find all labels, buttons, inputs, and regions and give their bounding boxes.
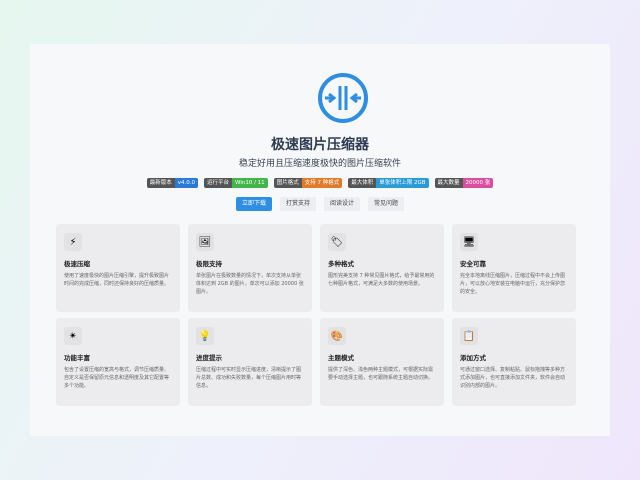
feature-card: 💡 进度提示 压缩过程中可实时显示压缩进度，清晰提示了图片总数、成功和失败数量，… [188,318,312,406]
feature-title: 多种格式 [328,260,354,268]
badge-platform: 运行平台 Win10 / 11 [203,178,268,188]
badge-max-count: 最大数量 20000 张 [434,178,494,188]
page-title: 极速图片压缩器 [271,137,369,153]
feature-desc: 压缩过程中可实时显示压缩进度，清晰提示了图片总数、成功和失败数量，每个压缩图片用… [196,367,302,389]
palette-icon: 🎨 [328,327,346,345]
page-subtitle: 稳定好用且压缩速度极快的图片压缩软件 [238,159,401,169]
feature-title: 极速压缩 [64,260,90,268]
badge-max-size: 最大体积 单张体积上限 2GB [348,178,429,188]
feature-desc: 完全本地离线压缩图片，压缩过程中不会上传图片，可以放心地安装在电脑中运行，充分保… [460,273,566,295]
feature-card: 🏷 多种格式 图形完美支持 7 种常见图片格式，给予最常用的七种图片格式，可满足… [320,224,444,312]
clipboard-icon: 📋 [460,327,478,345]
feature-card: 🖼 极限支持 单张图片在极致数量的情况下，单次支持从单张体积达到 2GB 的图片… [188,224,312,312]
feature-title: 极限支持 [196,260,222,268]
badge-row: 最新版本 v4.0.0 运行平台 Win10 / 11 图片格式 支持 7 种格… [30,178,610,188]
action-buttons: 立即下载 打赏支持 阅读设计 常见问题 [30,197,610,211]
image-icon: 🖼 [196,233,214,251]
feature-desc: 图形完美支持 7 种常见图片格式，给予最常用的七种图片格式，可满足大多数的使用场… [328,273,435,287]
donate-button[interactable]: 打赏支持 [279,197,316,211]
feature-grid: ⚡ 极速压缩 使用了速度极快的图片压缩引擎，提升极致图片时间的完成压缩，同时还保… [56,224,576,406]
badge-format: 图片格式 支持 7 种格式 [273,178,343,188]
feature-title: 添加方式 [460,354,486,362]
feature-title: 主题模式 [328,354,354,362]
faq-button[interactable]: 常见问题 [368,197,405,211]
badge-version: 最新版本 v4.0.0 [146,178,198,188]
feature-card: 🎨 主题模式 提供了深色、浅色两种主题模式，可根据实际需要手动选择主题，也可跟随… [320,318,444,406]
feature-desc: 可通过窗口选择、复制粘贴、鼠标拖拽等多种方式添加图片，也可直接添加文件夹，软件会… [460,367,566,389]
feature-desc: 使用了速度极快的图片压缩引擎，提升极致图片时间的完成压缩，同时还保持良好的压缩质… [64,273,170,287]
monitor-icon: 🖥 [460,233,478,251]
star-icon: ✴ [64,327,82,345]
design-button[interactable]: 阅读设计 [324,197,361,211]
feature-card: 📋 添加方式 可通过窗口选择、复制粘贴、鼠标拖拽等多种方式添加图片，也可直接添加… [452,318,576,406]
bulb-icon: 💡 [196,327,214,345]
download-button[interactable]: 立即下载 [235,197,272,211]
compress-logo-icon [318,73,368,123]
lightning-icon: ⚡ [64,233,82,251]
feature-card: ✴ 功能丰富 包含了设置压缩的宽高与格式，调节压缩质量、自定义是否保留原元信息和… [56,318,180,406]
feature-desc: 提供了深色、浅色两种主题模式，可根据实际需要手动选择主题，也可跟随系统主题自动切… [328,367,434,381]
feature-card: ⚡ 极速压缩 使用了速度极快的图片压缩引擎，提升极致图片时间的完成压缩，同时还保… [56,224,180,312]
feature-title: 功能丰富 [64,354,90,362]
tag-icon: 🏷 [328,233,346,251]
feature-card: 🖥 安全可靠 完全本地离线压缩图片，压缩过程中不会上传图片，可以放心地安装在电脑… [452,224,576,312]
feature-title: 进度提示 [196,354,222,362]
feature-desc: 包含了设置压缩的宽高与格式，调节压缩质量、自定义是否保留原元信息和透明度及其它配… [64,367,170,389]
feature-desc: 单张图片在极致数量的情况下，单次支持从单张体积达到 2GB 的图片，单次可以添加… [196,273,304,295]
main-panel: 极速图片压缩器 稳定好用且压缩速度极快的图片压缩软件 最新版本 v4.0.0 运… [30,44,610,436]
feature-title: 安全可靠 [460,260,486,268]
